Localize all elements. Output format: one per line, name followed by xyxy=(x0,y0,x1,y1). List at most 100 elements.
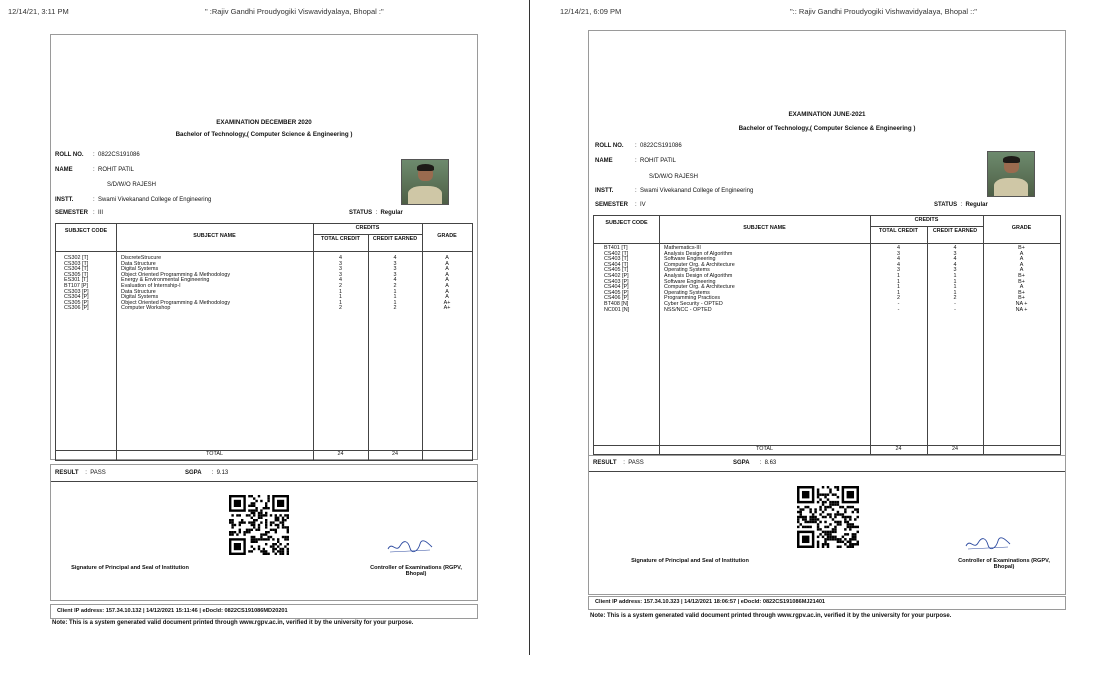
footer-card: Client IP address: 157.34.10.323 | 14/12… xyxy=(588,596,1066,610)
total-earned-value: 24 xyxy=(952,446,958,452)
result-card: RESULT : PASS SGPA : 9.13 Signature of P… xyxy=(50,464,478,601)
total-label: TOTAL xyxy=(206,451,223,457)
total-credit-cell: - xyxy=(897,306,900,313)
result-line: RESULT : PASS xyxy=(593,460,644,466)
footer-info: Client IP address: 157.34.10.132 | 14/12… xyxy=(57,608,288,614)
semester-label: SEMESTER xyxy=(55,210,89,216)
status-label: STATUS xyxy=(349,210,373,216)
relation-value: S/D/W/O RAJESH xyxy=(649,174,699,180)
status-value: Regular xyxy=(965,202,988,208)
sgpa-line: SGPA : 8.63 xyxy=(733,460,777,466)
name-label: NAME xyxy=(55,167,73,173)
principal-signature-label: Signature of Principal and Seal of Insti… xyxy=(71,565,189,571)
print-timestamp: 12/14/21, 6:09 PM xyxy=(560,7,622,16)
semester-line: SEMESTER: III xyxy=(55,210,104,216)
student-photo xyxy=(987,151,1035,197)
institute-line: INSTT.: Swami Vivekanand College of Engi… xyxy=(55,197,212,203)
result-value: PASS xyxy=(90,470,106,476)
print-page-title: ":: Rajiv Gandhi Proudyogiki Vishwavidya… xyxy=(790,7,977,16)
institute-value: Swami Vivekanand College of Engineering xyxy=(640,188,754,194)
grade-cell: NA + xyxy=(1015,306,1028,313)
grade-cell: A+ xyxy=(443,305,451,312)
credit-earned-cell: 2 xyxy=(393,305,397,312)
right-marksheet-printout: 12/14/21, 6:09 PM ":: Rajiv Gandhi Proud… xyxy=(532,0,1098,699)
institute-line: INSTT.: Swami Vivekanand College of Engi… xyxy=(595,188,754,194)
total-credit-value: 24 xyxy=(337,451,344,457)
roll-line: ROLL NO.: 0822CS191086 xyxy=(55,152,140,158)
student-photo xyxy=(401,159,449,205)
subject-name-cell: NSS/NCC - OPTED xyxy=(664,306,712,313)
qr-code xyxy=(797,486,859,548)
col-subject-code: SUBJECT CODE xyxy=(64,228,108,234)
sgpa-value: 9.13 xyxy=(216,470,229,476)
semester-label: SEMESTER xyxy=(595,202,629,208)
subject-code-cell: NC001 [N] xyxy=(604,306,630,313)
sgpa-label: SGPA xyxy=(733,460,750,466)
qr-code xyxy=(229,495,289,555)
subject-name-cell: Computer Workshop xyxy=(121,305,171,312)
marksheet-card: EXAMINATION JUNE-2021 Bachelor of Techno… xyxy=(588,30,1066,464)
col-subject-name: SUBJECT NAME xyxy=(193,233,236,239)
subject-code-cell: CS306 [P] xyxy=(64,305,89,312)
relation-value: S/D/W/O RAJESH xyxy=(107,182,157,188)
sgpa-line: SGPA : 9.13 xyxy=(185,470,229,476)
status-label: STATUS xyxy=(934,202,958,208)
marks-table: SUBJECT CODE SUBJECT NAME CREDITS TOTAL … xyxy=(593,215,1061,455)
total-credit-cell: 2 xyxy=(339,305,342,312)
status-value: Regular xyxy=(380,210,403,216)
marksheet-card: EXAMINATION DECEMBER 2020 Bachelor of Te… xyxy=(50,34,478,465)
semester-line: SEMESTER: IV xyxy=(595,202,646,208)
print-timestamp: 12/14/21, 3:11 PM xyxy=(8,7,69,16)
marks-table: SUBJECT CODE SUBJECT NAME CREDITS TOTAL … xyxy=(55,223,473,461)
verification-note: Note: This is a system generated valid d… xyxy=(590,613,952,619)
controller-signature xyxy=(387,540,433,553)
program-title: Bachelor of Technology,( Computer Scienc… xyxy=(738,125,916,132)
name-value: ROHIT PATIL xyxy=(98,167,135,173)
page-divider xyxy=(529,0,530,655)
roll-line: ROLL NO.: 0822CS191086 xyxy=(595,143,682,149)
col-total-credit: TOTAL CREDIT xyxy=(879,228,918,234)
col-credits: CREDITS xyxy=(355,225,380,231)
roll-label: ROLL NO. xyxy=(595,143,624,149)
result-card: RESULT : PASS SGPA : 8.63 Signature of P… xyxy=(588,455,1066,595)
name-label: NAME xyxy=(595,158,613,164)
total-earned-value: 24 xyxy=(392,451,398,457)
semester-value: IV xyxy=(640,202,646,208)
institute-label: INSTT. xyxy=(595,188,614,194)
col-credits: CREDITS xyxy=(914,217,939,223)
total-label: TOTAL xyxy=(756,446,773,452)
col-credit-earned: CREDIT EARNED xyxy=(932,228,978,234)
name-line: NAME: ROHIT PATIL xyxy=(595,158,677,164)
roll-label: ROLL NO. xyxy=(55,152,84,158)
col-subject-code: SUBJECT CODE xyxy=(605,220,648,226)
footer-card: Client IP address: 157.34.10.132 | 14/12… xyxy=(50,604,478,619)
result-label: RESULT xyxy=(55,470,79,476)
footer-info: Client IP address: 157.34.10.323 | 14/12… xyxy=(595,599,826,605)
col-credit-earned: CREDIT EARNED xyxy=(372,236,418,242)
left-marksheet-printout: 12/14/21, 3:11 PM " :Rajiv Gandhi Proudy… xyxy=(0,0,527,699)
semester-value: III xyxy=(98,210,104,216)
col-total-credit: TOTAL CREDIT xyxy=(321,236,360,242)
status-line: STATUS : Regular xyxy=(934,202,988,208)
controller-signature-label: Controller of Examinations (RGPV, Bhopal… xyxy=(958,558,1050,571)
principal-signature-label: Signature of Principal and Seal of Insti… xyxy=(631,558,749,564)
col-grade: GRADE xyxy=(437,233,457,239)
program-title: Bachelor of Technology,( Computer Scienc… xyxy=(175,131,353,138)
exam-title: EXAMINATION DECEMBER 2020 xyxy=(216,119,312,126)
institute-label: INSTT. xyxy=(55,197,74,203)
controller-signature xyxy=(965,537,1011,550)
result-value: PASS xyxy=(628,460,644,466)
name-line: NAME: ROHIT PATIL xyxy=(55,167,135,173)
total-credit-value: 24 xyxy=(895,446,902,452)
sgpa-value: 8.63 xyxy=(764,460,777,466)
controller-signature-label: Controller of Examinations (RGPV, Bhopal… xyxy=(370,565,462,578)
result-label: RESULT xyxy=(593,460,617,466)
roll-value: 0822CS191086 xyxy=(98,152,140,158)
verification-note: Note: This is a system generated valid d… xyxy=(52,620,414,626)
print-page-title: " :Rajiv Gandhi Proudyogiki Viswavidyala… xyxy=(205,7,384,16)
credit-earned-cell: - xyxy=(954,306,956,313)
exam-title: EXAMINATION JUNE-2021 xyxy=(788,111,866,118)
col-grade: GRADE xyxy=(1011,225,1032,231)
name-value: ROHIT PATIL xyxy=(640,158,677,164)
sgpa-label: SGPA xyxy=(185,470,202,476)
